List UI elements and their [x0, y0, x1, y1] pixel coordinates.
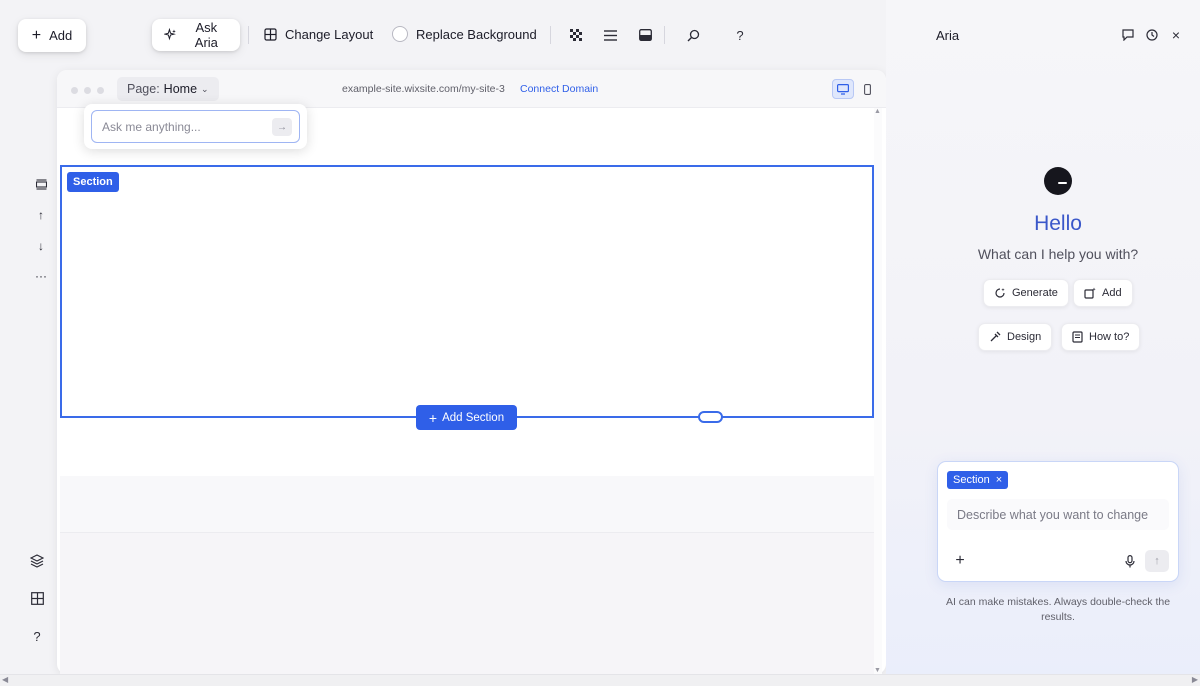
toolbar-divider — [248, 26, 249, 44]
add-button[interactable]: + Add — [18, 19, 86, 52]
chat-icon[interactable] — [1117, 24, 1139, 46]
site-url: example-site.wixsite.com/my-site-3 — [342, 83, 505, 95]
generate-chip[interactable]: Generate — [983, 279, 1069, 307]
selected-section[interactable] — [60, 165, 874, 418]
add-chip[interactable]: Add — [1073, 279, 1133, 307]
plus-icon: + — [31, 26, 42, 44]
add-section-button[interactable]: + Add Section — [416, 405, 517, 430]
send-arrow-icon[interactable]: ↑ — [1145, 550, 1169, 572]
history-icon[interactable] — [1141, 24, 1163, 46]
desktop-view-button[interactable] — [832, 79, 854, 99]
window-dot — [97, 87, 104, 94]
canvas-header: Page: Home ⌄ example-site.wixsite.com/my… — [57, 70, 886, 108]
window-dot — [71, 87, 78, 94]
ask-aria-label: Ask Aria — [194, 20, 218, 50]
circle-icon — [392, 26, 408, 42]
microphone-icon[interactable] — [1119, 550, 1141, 572]
zoom-search-icon[interactable] — [682, 24, 704, 46]
replace-background-label: Replace Background — [416, 26, 537, 42]
connect-domain-link[interactable]: Connect Domain — [520, 83, 598, 95]
add-button-label: Add — [49, 28, 73, 43]
plus-icon: + — [428, 409, 438, 426]
layout-icon — [264, 28, 277, 41]
remove-icon[interactable]: × — [996, 474, 1002, 486]
section-label[interactable]: Section — [67, 172, 119, 192]
page-name: Home — [163, 82, 198, 96]
aria-avatar — [1044, 167, 1072, 195]
arrow-down-icon[interactable]: ↓ — [31, 236, 51, 256]
attach-plus-icon[interactable]: + — [949, 550, 971, 572]
ask-aria-button[interactable]: Ask Aria — [152, 19, 240, 51]
how-to-chip-label: How to? — [1089, 331, 1130, 343]
toolbar-divider — [664, 26, 665, 44]
chevron-down-icon: ⌄ — [201, 83, 209, 94]
how-to-chip[interactable]: How to? — [1061, 323, 1141, 351]
help-icon[interactable]: ? — [729, 24, 751, 46]
align-icon[interactable] — [599, 24, 621, 46]
design-chip-label: Design — [1007, 331, 1042, 343]
replace-background-button[interactable]: Replace Background — [392, 26, 537, 42]
page-prefix: Page: — [127, 82, 160, 96]
add-section-label: Add Section — [442, 411, 505, 424]
scroll-down-icon[interactable]: ▼ — [874, 667, 881, 674]
change-layout-button[interactable]: Change Layout — [264, 27, 373, 42]
canvas-empty-area — [60, 532, 874, 674]
scroll-right-icon[interactable]: ▶ — [1192, 675, 1198, 684]
ai-disclaimer: AI can make mistakes. Always double-chec… — [945, 596, 1171, 623]
close-icon[interactable]: × — [1165, 24, 1187, 46]
design-chip[interactable]: Design — [978, 323, 1053, 351]
toolbar-divider — [550, 26, 551, 44]
canvas-scrollbar[interactable]: ▲ ▼ — [874, 108, 882, 674]
grid-icon[interactable] — [27, 588, 47, 608]
mobile-view-button[interactable] — [856, 79, 878, 99]
horizontal-scrollbar[interactable]: ◀ ▶ — [0, 674, 1200, 686]
context-chip[interactable]: Section × — [947, 471, 1009, 489]
arrow-right-icon[interactable]: → — [272, 118, 292, 136]
section-background-icon[interactable] — [634, 24, 656, 46]
generate-icon — [995, 288, 1005, 298]
describe-placeholder: Describe what you want to change — [957, 507, 1149, 522]
prompt-composer: Section × Describe what you want to chan… — [937, 461, 1179, 582]
hello-heading: Hello — [1034, 212, 1082, 235]
window-dot — [84, 87, 91, 94]
ask-placeholder: Ask me anything... — [102, 119, 201, 134]
add-element-icon — [1084, 287, 1096, 299]
page-selector[interactable]: Page: Home ⌄ — [117, 77, 219, 101]
scroll-left-icon[interactable]: ◀ — [2, 675, 8, 684]
layers-icon[interactable] — [27, 551, 47, 571]
aria-panel-title: Aria — [936, 28, 960, 43]
section-resize-handle[interactable] — [698, 411, 723, 423]
footer-strip — [60, 476, 874, 532]
change-layout-label: Change Layout — [285, 27, 374, 42]
add-chip-label: Add — [1102, 287, 1122, 299]
mobile-icon — [863, 83, 871, 95]
section-list-icon[interactable] — [31, 174, 51, 194]
help-subtitle: What can I help you with? — [977, 246, 1139, 262]
ask-input[interactable]: Ask me anything... → — [91, 110, 300, 143]
checker-pattern-icon[interactable] — [565, 24, 587, 46]
context-chip-label: Section — [953, 474, 990, 486]
describe-input[interactable]: Describe what you want to change — [947, 499, 1169, 530]
sparkle-icon — [164, 28, 176, 41]
book-icon — [1072, 331, 1083, 343]
desktop-icon — [837, 83, 849, 95]
more-icon[interactable]: ··· — [31, 266, 51, 286]
design-brush-icon — [990, 331, 1001, 342]
scroll-up-icon[interactable]: ▲ — [874, 108, 881, 115]
rail-help-icon[interactable]: ? — [27, 626, 47, 646]
ask-aria-popup: Ask me anything... → — [84, 104, 307, 149]
generate-chip-label: Generate — [1012, 287, 1058, 299]
arrow-up-icon[interactable]: ↑ — [31, 205, 51, 225]
